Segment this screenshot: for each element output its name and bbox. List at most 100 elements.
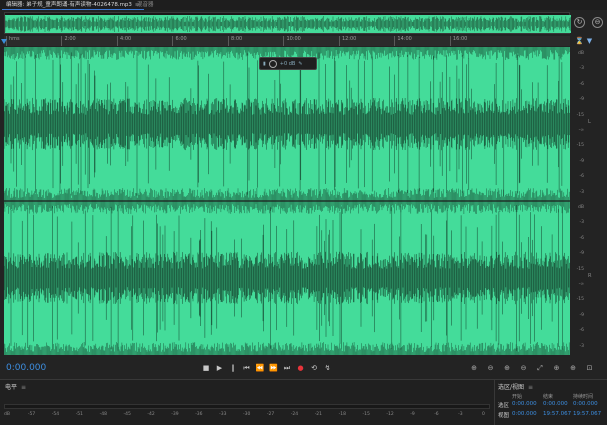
ruler-tick: 4:00 [116, 36, 131, 46]
meter-tick: -33 [219, 412, 227, 417]
overview-zoom-out-icon[interactable]: ⊖ [592, 17, 603, 28]
ruler-tick: 8:00 [227, 36, 242, 46]
db-tick: -6 [579, 235, 585, 241]
ruler-tick: 6:00 [172, 36, 187, 46]
selection-start[interactable]: 0:00.000 [512, 401, 537, 407]
current-time-display[interactable]: 0:00.000 [6, 363, 46, 373]
overview-zoom-icon[interactable]: ↻ [574, 17, 585, 28]
meter-tick: -36 [195, 412, 203, 417]
ruler-tick: hms [6, 36, 20, 46]
channel-left-label[interactable]: L [588, 119, 591, 125]
db-tick: -3 [579, 189, 585, 195]
db-tick: -9 [579, 158, 585, 164]
rewind-button[interactable]: ⏪ [254, 362, 266, 374]
zoom-selection-button[interactable]: ⊡ [584, 362, 596, 374]
view-duration[interactable]: 19:57.067 [573, 411, 601, 417]
ruler-tick: 10:00 [283, 36, 301, 46]
pause-button[interactable]: ‖ [227, 362, 239, 374]
panel-menu-icon[interactable]: ≡ [21, 384, 26, 391]
tab-editor-label: 编辑器: 弟子规_童声朗诵-有声读物-4026478.mp3 [6, 2, 132, 8]
db-tick: -9 [579, 312, 585, 318]
meter-tick: -51 [75, 412, 84, 417]
stop-button[interactable]: ■ [200, 362, 212, 374]
meter-tick: -57 [27, 412, 36, 417]
meter-tick: dB [4, 412, 10, 417]
ruler-tick: 12:00 [338, 36, 356, 46]
zoom-in-left-button[interactable]: ⊕ [551, 362, 563, 374]
meter-tick: -3 [458, 412, 463, 417]
db-tick: -6 [579, 174, 585, 180]
filter-icon[interactable]: ▼ [587, 37, 592, 45]
db-tick: -3 [579, 220, 585, 226]
db-tick: -∞ [578, 128, 584, 133]
levels-panel-title: 电平 ≡ [5, 382, 26, 391]
level-meter [4, 404, 490, 409]
row-view-label: 视图 [498, 413, 510, 419]
ruler-tick: 2:00 [61, 36, 76, 46]
db-tick: -15 [576, 112, 584, 118]
tab-editor[interactable]: 编辑器: 弟子规_童声朗诵-有声读物-4026478.mp3 ≡ [2, 0, 144, 10]
meter-tick: -45 [123, 412, 131, 417]
hourglass-icon[interactable]: ⌛ [575, 37, 584, 45]
zoom-full-button[interactable]: ⤢ [534, 362, 546, 374]
time-ruler[interactable]: hms 2:00 4:00 6:00 8:00 10:00 12:00 14:00 16:00 [4, 36, 570, 46]
playhead-marker[interactable] [1, 39, 7, 44]
editor-tab-bar: 编辑器: 弟子规_童声朗诵-有声读物-4026478.mp3 ≡ 混音器 [0, 0, 607, 10]
channel-right-label[interactable]: R [588, 273, 591, 279]
overview-waveform [5, 15, 571, 33]
zoom-out-amplitude-button[interactable]: ⊖ [485, 362, 497, 374]
db-tick: -6 [579, 328, 585, 334]
skip-button[interactable]: ↯ [322, 362, 334, 374]
db-tick: -15 [576, 143, 584, 149]
meter-tick: -39 [171, 412, 179, 417]
db-tick: -15 [576, 297, 584, 303]
row-selection-label: 选区 [498, 403, 510, 409]
header-duration: 持续时间 [573, 394, 594, 400]
hud-bars-icon: ▮ [263, 60, 266, 67]
meter-tick: -18 [338, 412, 346, 417]
stereo-waveform [4, 47, 570, 355]
hud-pin-icon[interactable]: ✎ [298, 61, 302, 67]
volume-hud[interactable]: ▮ +0 dB ✎ [259, 57, 317, 70]
go-to-end-button[interactable]: ⏭ [281, 362, 293, 374]
view-start[interactable]: 0:00.000 [512, 411, 537, 417]
selection-duration[interactable]: 0:00.000 [573, 401, 598, 407]
ruler-tick: 16:00 [449, 36, 467, 46]
db-tick: -3 [579, 66, 585, 72]
fast-forward-button[interactable]: ⏩ [268, 362, 280, 374]
meter-tick: -48 [99, 412, 107, 417]
go-to-start-button[interactable]: ⏮ [241, 362, 253, 374]
meter-tick: -42 [147, 412, 155, 417]
channel-labels: L R [586, 47, 607, 355]
hud-value: +0 dB [279, 60, 296, 67]
db-tick: -3 [579, 343, 585, 349]
waveform-display[interactable] [4, 47, 570, 355]
volume-knob[interactable] [268, 59, 277, 68]
play-button[interactable]: ▶ [214, 362, 226, 374]
header-start: 开始 [512, 394, 523, 400]
db-tick: -9 [579, 251, 585, 257]
zoom-in-amplitude-button[interactable]: ⊕ [468, 362, 480, 374]
tab-mixer[interactable]: 混音器 [133, 0, 158, 10]
selection-view-panel: 选区/视图 ≡ 开始 结束 持续时间 选区 0:00.000 0:00.000 0… [494, 379, 607, 425]
selection-end[interactable]: 0:00.000 [543, 401, 568, 407]
selection-title-text: 选区/视图 [498, 384, 525, 391]
meter-tick: -15 [362, 412, 370, 417]
waveform-overview[interactable] [4, 12, 571, 34]
meter-tick: -6 [434, 412, 439, 417]
meter-tick: -24 [290, 412, 299, 417]
ruler-header-icons: ⌛ ▼ [572, 36, 607, 46]
view-end[interactable]: 19:57.067 [543, 411, 571, 417]
db-tick: -6 [579, 81, 585, 87]
loop-button[interactable]: ⟲ [308, 362, 320, 374]
db-tick: dB [578, 51, 584, 56]
zoom-in-right-button[interactable]: ⊕ [567, 362, 579, 374]
meter-tick: -54 [51, 412, 60, 417]
zoom-in-time-button[interactable]: ⊕ [501, 362, 513, 374]
zoom-out-time-button[interactable]: ⊖ [518, 362, 530, 374]
db-tick: -15 [576, 266, 584, 272]
panel-menu-icon[interactable]: ≡ [528, 384, 533, 391]
levels-title-text: 电平 [5, 384, 18, 391]
meter-tick: -12 [386, 412, 394, 417]
record-button[interactable]: ● [295, 362, 307, 374]
